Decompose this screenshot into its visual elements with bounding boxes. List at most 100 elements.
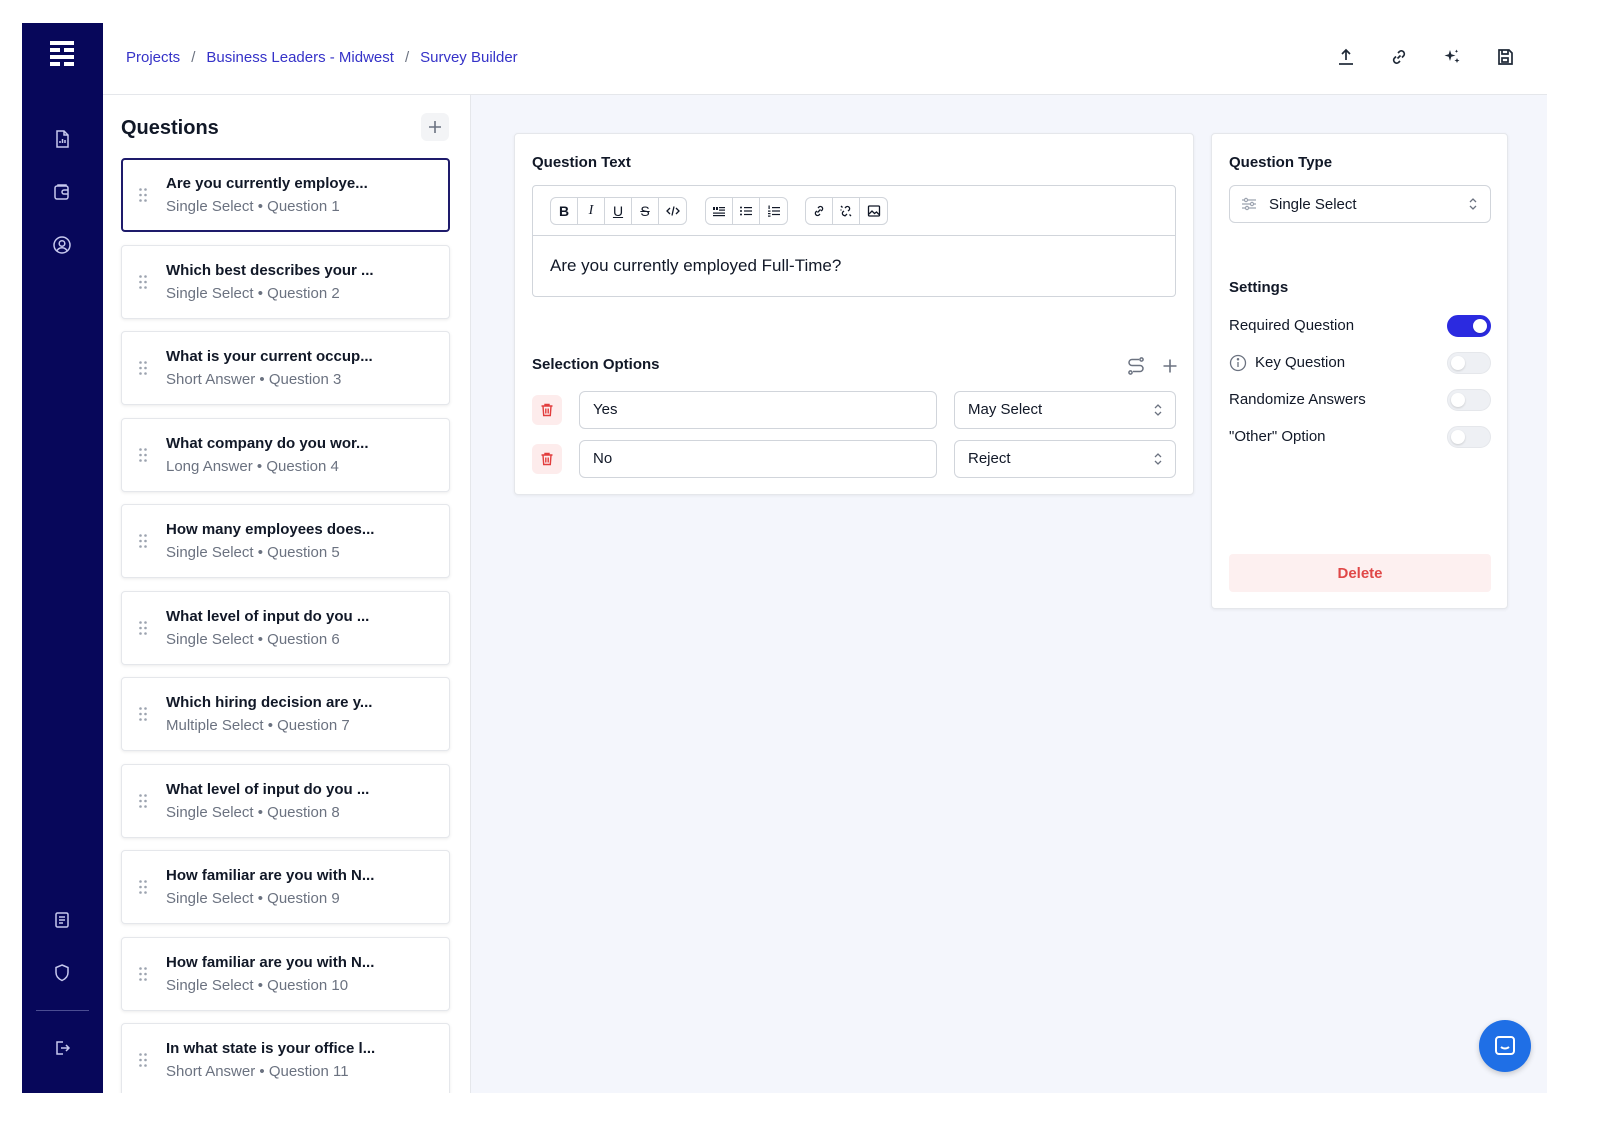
other-option-toggle[interactable]: [1447, 426, 1491, 448]
logic-icon[interactable]: [1125, 355, 1147, 377]
italic-button[interactable]: I: [578, 198, 605, 224]
user-circle-icon[interactable]: [50, 233, 74, 257]
question-list-item[interactable]: Are you currently employe... Single Sele…: [121, 158, 450, 232]
option-value-input[interactable]: No: [579, 440, 937, 478]
question-list-item[interactable]: What level of input do you ... Single Se…: [121, 590, 450, 665]
delete-question-button[interactable]: Delete: [1229, 554, 1491, 592]
underline-button[interactable]: U: [605, 198, 632, 224]
questions-title: Questions: [121, 117, 219, 139]
question-type: Single Select: [166, 198, 254, 215]
question-type-select[interactable]: Single Select: [1229, 185, 1491, 223]
chat-icon: [1495, 1036, 1515, 1055]
question-number: Question 6: [267, 630, 340, 648]
breadcrumb-separator: /: [191, 49, 196, 66]
numbered-list-button[interactable]: [760, 198, 787, 224]
blockquote-button[interactable]: [706, 198, 733, 224]
question-list-item[interactable]: What company do you wor... Long Answer •…: [121, 417, 450, 492]
question-number: Question 2: [267, 284, 340, 302]
question-list-item[interactable]: What is your current occup... Short Answ…: [121, 331, 450, 405]
question-number: Question 11: [268, 1063, 349, 1080]
insert-link-button[interactable]: [806, 198, 833, 224]
nav-rail: [22, 23, 103, 1093]
sparkles-icon[interactable]: [1440, 45, 1464, 69]
setting-key-question: Key Question: [1229, 351, 1491, 375]
bold-button[interactable]: B: [551, 198, 578, 224]
report-icon[interactable]: [50, 127, 74, 151]
question-list-item[interactable]: How familiar are you with N... Single Se…: [121, 936, 450, 1011]
code-icon: [665, 206, 680, 216]
logout-icon[interactable]: [50, 1036, 74, 1060]
drag-handle-icon[interactable]: [138, 533, 148, 549]
question-list-item[interactable]: What level of input do you ... Single Se…: [121, 763, 450, 838]
question-title: What level of input do you ...: [166, 607, 370, 625]
bullet-list-button[interactable]: [733, 198, 760, 224]
breadcrumb-projects[interactable]: Projects: [126, 49, 180, 66]
drag-handle-icon[interactable]: [138, 706, 148, 722]
question-type: Short Answer: [166, 371, 256, 388]
option-value-input[interactable]: Yes: [579, 391, 937, 429]
question-meta: Single Select • Question 1: [166, 198, 340, 215]
question-list-item[interactable]: How familiar are you with N... Single Se…: [121, 850, 450, 924]
drag-handle-icon[interactable]: [138, 187, 148, 203]
option-rule-select[interactable]: May Select: [954, 391, 1176, 429]
delete-option-button[interactable]: [532, 444, 562, 474]
breadcrumb-project[interactable]: Business Leaders - Midwest: [206, 49, 394, 66]
question-list-item[interactable]: Which best describes your ... Single Sel…: [121, 244, 450, 319]
logo-icon[interactable]: [48, 39, 76, 69]
save-icon[interactable]: [1493, 45, 1517, 69]
question-list-item[interactable]: In what state is your office l... Short …: [121, 1023, 450, 1093]
strikethrough-button[interactable]: S: [632, 198, 659, 224]
numbered-list-icon: [767, 205, 780, 217]
breadcrumb-survey-builder[interactable]: Survey Builder: [420, 49, 518, 66]
wallet-icon[interactable]: [50, 180, 74, 204]
question-number: Question 4: [266, 457, 339, 475]
breadcrumb: Projects / Business Leaders - Midwest / …: [126, 49, 518, 66]
key-question-toggle[interactable]: [1447, 352, 1491, 374]
unlink-button[interactable]: [833, 198, 860, 224]
upload-icon[interactable]: [1334, 45, 1358, 69]
question-meta: Single Select • Question 9: [166, 890, 340, 907]
info-icon[interactable]: [1229, 354, 1247, 372]
drag-handle-icon[interactable]: [138, 274, 148, 290]
question-text-content[interactable]: Are you currently employed Full-Time?: [550, 256, 841, 276]
code-button[interactable]: [659, 198, 686, 224]
link-icon[interactable]: [1387, 45, 1411, 69]
options-actions: [1125, 355, 1181, 377]
add-option-button[interactable]: [1159, 355, 1181, 377]
drag-handle-icon[interactable]: [138, 1052, 148, 1068]
question-type-value: Single Select: [1269, 196, 1357, 213]
question-meta: Long Answer • Question 4: [166, 457, 339, 475]
randomize-answers-toggle[interactable]: [1447, 389, 1491, 411]
chevron-up-down-icon: [1154, 453, 1162, 465]
question-title: Are you currently employe...: [166, 175, 368, 192]
question-number: Question 8: [267, 803, 340, 821]
chat-launcher-button[interactable]: [1479, 1020, 1531, 1072]
question-list-item[interactable]: Which hiring decision are y... Multiple …: [121, 677, 450, 751]
question-meta: Multiple Select • Question 7: [166, 717, 350, 734]
insert-image-button[interactable]: [860, 198, 887, 224]
drag-handle-icon[interactable]: [138, 966, 148, 982]
top-header: Projects / Business Leaders - Midwest / …: [103, 23, 1547, 95]
setting-label: "Other" Option: [1229, 428, 1326, 445]
rich-text-editor: B I U S Are you currently employed Full-…: [532, 185, 1176, 297]
drag-handle-icon[interactable]: [138, 620, 148, 636]
setting-label: Key Question: [1255, 354, 1346, 371]
delete-option-button[interactable]: [532, 395, 562, 425]
drag-handle-icon[interactable]: [138, 447, 148, 463]
option-rule-select[interactable]: Reject: [954, 440, 1176, 478]
option-rule-value: May Select: [968, 401, 1043, 418]
shield-icon[interactable]: [50, 961, 74, 985]
question-list-item[interactable]: How many employees does... Single Select…: [121, 504, 450, 578]
editor-toolbar: B I U S: [533, 186, 1175, 236]
drag-handle-icon[interactable]: [138, 793, 148, 809]
drag-handle-icon[interactable]: [138, 879, 148, 895]
document-list-icon[interactable]: [50, 908, 74, 932]
rail-divider: [36, 1010, 89, 1011]
add-question-button[interactable]: [421, 113, 449, 141]
question-title: How familiar are you with N...: [166, 953, 375, 971]
drag-handle-icon[interactable]: [138, 360, 148, 376]
question-title: In what state is your office l...: [166, 1040, 376, 1057]
required-question-toggle[interactable]: [1447, 315, 1491, 337]
question-list: Are you currently employe... Single Sele…: [121, 158, 450, 1093]
breadcrumb-separator: /: [404, 49, 410, 66]
